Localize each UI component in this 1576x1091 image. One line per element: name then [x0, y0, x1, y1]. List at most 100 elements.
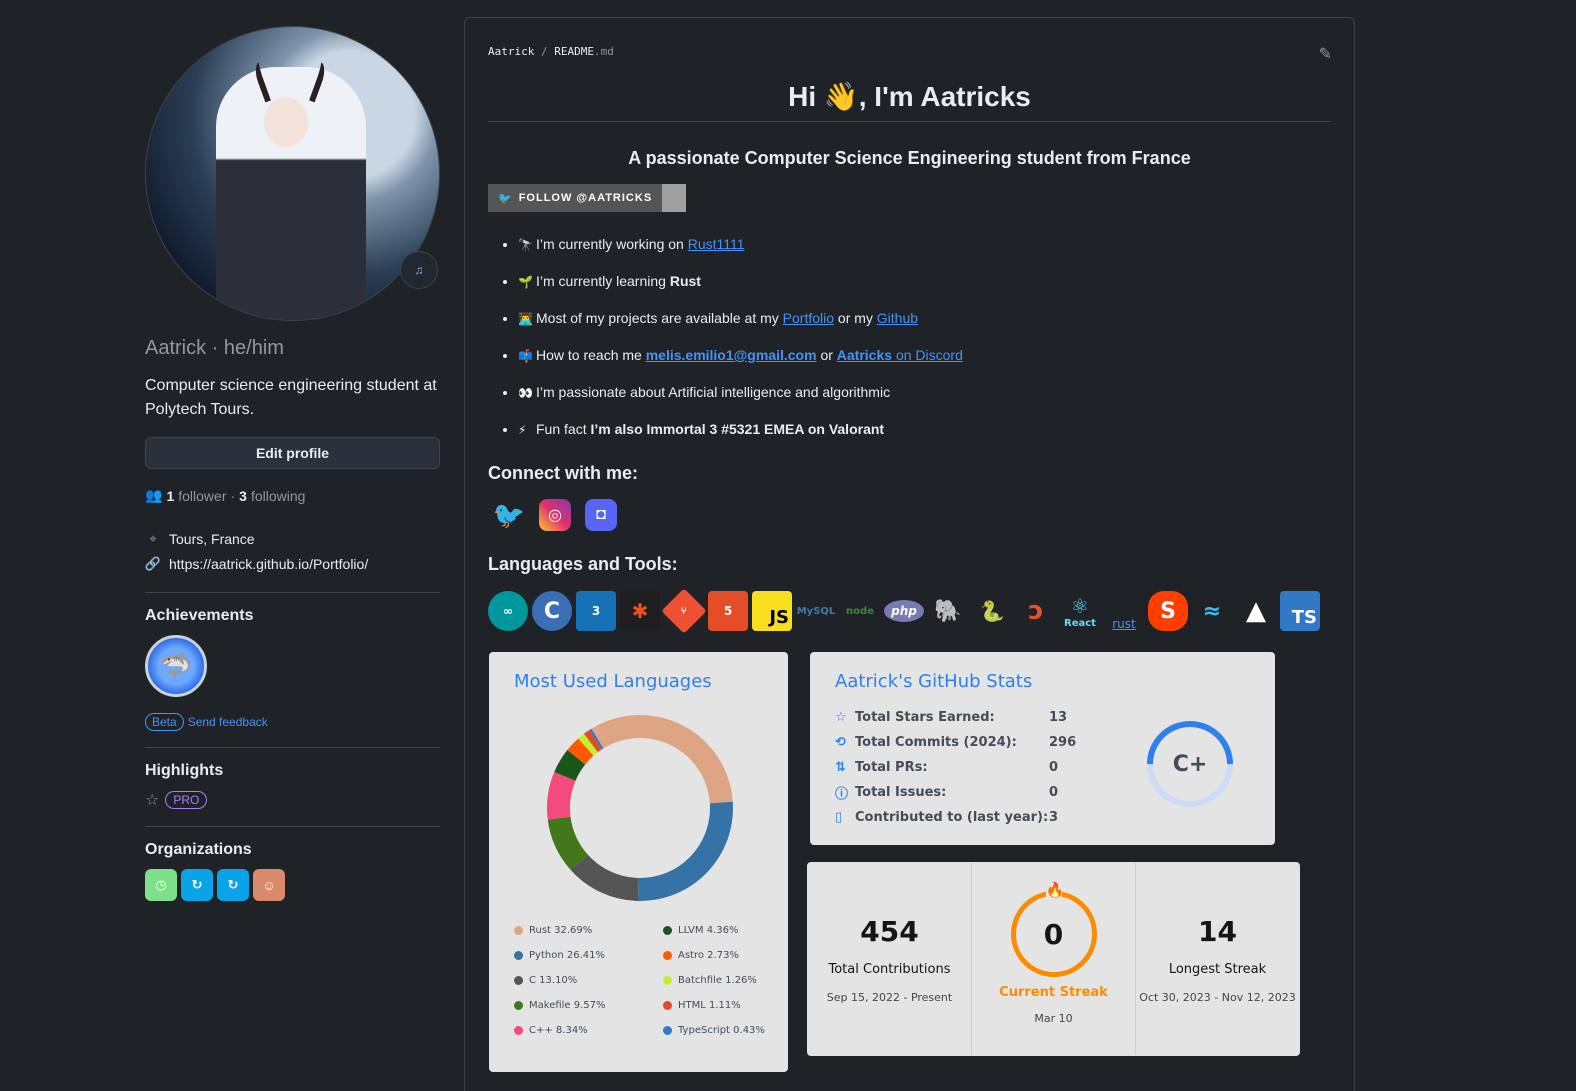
tailwind-icon[interactable]: ≈ [1192, 591, 1232, 631]
twitter-badge-count [662, 184, 687, 212]
javascript-icon[interactable]: JS [752, 591, 792, 631]
pytorch-icon[interactable]: ↄ [1016, 591, 1056, 631]
php-icon[interactable]: php [884, 600, 924, 622]
stat-value: 0 [1049, 785, 1059, 800]
followers-label[interactable]: follower [178, 488, 226, 504]
breadcrumb-file[interactable]: README [554, 45, 594, 58]
status-emoji-icon: ♫ [414, 263, 424, 277]
arduino-icon[interactable]: ∞ [488, 591, 528, 631]
profile-avatar[interactable] [145, 26, 440, 321]
stat-row-stars: ☆ Total Stars Earned: 13 [835, 705, 1076, 730]
email-link[interactable]: melis.emilio1@gmail.com [646, 347, 817, 363]
legend-label: LLVM 4.36% [678, 924, 739, 936]
portfolio-link[interactable]: Portfolio [783, 310, 834, 326]
org-avatar-polytech-1[interactable]: ↻ [181, 869, 213, 901]
connect-heading: Connect with me: [488, 463, 639, 483]
legend-label: Makefile 9.57% [529, 999, 606, 1011]
longest-streak-col: 14 Longest Streak Oct 30, 2023 - Nov 12,… [1135, 863, 1299, 1055]
following-label[interactable]: following [251, 488, 305, 504]
eyes-icon: 👀 [518, 386, 533, 400]
legend-swatch [514, 1025, 523, 1035]
streak-stats-card: 454 Total Contributions Sep 15, 2022 - P… [807, 862, 1300, 1056]
stat-row-prs: ⇅ Total PRs: 0 [835, 755, 1076, 780]
profile-name: Aatrick · he/him [145, 337, 284, 359]
git-icon[interactable]: ⑂ [661, 588, 707, 634]
profile-website[interactable]: https://aatrick.github.io/Portfolio/ [169, 556, 368, 572]
legend-label: Batchfile 1.26% [678, 974, 757, 986]
current-streak-date: Mar 10 [1034, 1012, 1073, 1025]
list-item: 📫How to reach me melis.emilio1@gmail.com… [518, 343, 963, 380]
astro-icon[interactable]: ▲ [1236, 591, 1276, 631]
following-count[interactable]: 3 [239, 488, 247, 504]
mysql-icon[interactable]: MySQL [796, 591, 836, 631]
html5-icon[interactable]: 5 [708, 591, 748, 631]
org-avatar-polytech-2[interactable]: ↻ [217, 869, 249, 901]
divider [145, 592, 440, 593]
donut-slice-c- [547, 771, 576, 820]
profile-details: ⌖ Tours, France 🔗 https://aatrick.github.i… [145, 526, 440, 576]
twitter-bird-icon: 🐦 [498, 192, 513, 205]
legend-item: Makefile 9.57% [514, 998, 663, 1012]
instagram-icon[interactable]: ◎ [539, 499, 571, 531]
profile-bio: Computer science engineering student at … [145, 377, 437, 418]
achievements-title[interactable]: Achievements [145, 607, 440, 625]
highlights-row: ☆ PRO [145, 790, 440, 810]
bullet-text: Fun fact [536, 421, 587, 437]
stat-label: Contributed to (last year): [855, 810, 1049, 825]
tools-icon-row: ∞ C 3 ✱ ⑂ 5 JS MySQL node php 🐘 🐍 ↄ ⚛ Rea… [488, 588, 1320, 634]
twitter-icon[interactable]: 🐦 [493, 499, 525, 531]
org-avatar-4[interactable]: ☺ [253, 869, 285, 901]
issue-icon: ⓘ [835, 787, 849, 802]
twitter-follow-badge[interactable]: 🐦 FOLLOW @AATRICKS [488, 184, 687, 212]
stat-row-issues: ⓘ Total Issues: 0 [835, 780, 1076, 805]
total-contributions-label: Total Contributions [828, 962, 951, 977]
css3-icon[interactable]: 3 [576, 591, 616, 631]
github-link[interactable]: Github [877, 310, 918, 326]
c-icon[interactable]: C [532, 591, 572, 631]
rust-broken-image-icon[interactable]: rust [1104, 591, 1144, 631]
send-feedback-link[interactable]: Send feedback [188, 715, 268, 729]
edit-readme-pencil-icon[interactable]: ✎ [1319, 44, 1332, 64]
donut-slice-rust [591, 715, 733, 804]
svelte-icon[interactable]: S [1148, 591, 1188, 631]
edit-profile-button[interactable]: Edit profile [145, 437, 440, 469]
bullet-text: I’m passionate about Artificial intellig… [536, 384, 891, 400]
longest-streak-range: Oct 30, 2023 - Nov 12, 2023 [1139, 991, 1296, 1004]
breadcrumb-ext[interactable]: .md [594, 45, 614, 58]
rust1111-link[interactable]: Rust1111 [688, 236, 745, 252]
legend-label: Astro 2.73% [678, 949, 739, 961]
list-item: 🌱I’m currently learning Rust [518, 269, 963, 306]
location-icon: ⌖ [149, 530, 157, 546]
figma-icon[interactable]: ✱ [620, 591, 660, 631]
stat-value: 13 [1049, 710, 1068, 725]
python-icon[interactable]: 🐍 [972, 591, 1012, 631]
achievement-badge-shark[interactable]: 🦈 [145, 635, 207, 697]
current-streak-label: Current Streak [999, 985, 1108, 1000]
languages-donut-chart [547, 715, 733, 901]
discord-link[interactable]: Aatricks on Discord [837, 347, 963, 363]
org-avatar-1[interactable]: ◷ [145, 869, 177, 901]
postgresql-icon[interactable]: 🐘 [928, 591, 968, 631]
longest-streak-value: 14 [1198, 915, 1237, 948]
achievements-beta-row: Beta Send feedback [145, 713, 440, 731]
legend-label: Rust 32.69% [529, 924, 593, 936]
breadcrumb-user[interactable]: Aatrick [488, 45, 534, 58]
list-item: ⚡ Fun fact I’m also Immortal 3 #5321 EMEA… [518, 417, 963, 454]
react-icon[interactable]: ⚛ React [1060, 591, 1100, 631]
stat-value: 296 [1049, 735, 1077, 750]
legend-label: C++ 8.34% [529, 1024, 588, 1036]
nodejs-icon[interactable]: node [840, 591, 880, 631]
organizations-list: ◷ ↻ ↻ ☺ [145, 869, 440, 901]
legend-swatch [663, 1000, 672, 1010]
breadcrumb-separator: / [540, 45, 548, 58]
bullet-bold: Rust [669, 273, 701, 289]
legend-item: Astro 2.73% [663, 948, 783, 962]
typescript-icon[interactable]: TS [1280, 591, 1320, 631]
shark-icon: 🦈 [159, 650, 193, 681]
lightning-icon: ⚡ [518, 423, 527, 437]
set-status-button[interactable]: ♫ [400, 251, 438, 289]
discord-icon[interactable]: ◘ [585, 499, 617, 531]
followers-count[interactable]: 1 [166, 488, 174, 504]
react-label: React [1064, 617, 1096, 629]
current-streak-ring: 🔥 0 [1010, 880, 1097, 977]
